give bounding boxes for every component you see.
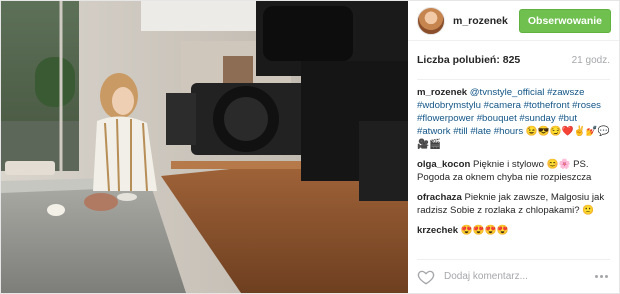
dot xyxy=(604,275,608,278)
comment-input[interactable] xyxy=(444,271,592,282)
post-time[interactable]: 21 godz. xyxy=(572,55,610,66)
comment-username[interactable]: olga_kocon xyxy=(417,159,470,170)
author-username[interactable]: m_rozenek xyxy=(453,15,519,27)
comments-list: m_rozenek @tvnstyle_official #zawsze #wd… xyxy=(408,80,619,259)
post-footer xyxy=(417,259,610,293)
list-item: ofrachaza Pieknie jak zawsze, Malgosiu j… xyxy=(417,191,610,217)
post-side-panel: m_rozenek Obserwowanie Liczba polubień: … xyxy=(408,1,619,293)
caption-mention[interactable]: @tvnstyle_official xyxy=(470,87,545,98)
instagram-post: m_rozenek Obserwowanie Liczba polubień: … xyxy=(0,0,620,294)
dot xyxy=(599,275,603,278)
list-item: krzechek 😍😍😍😍 xyxy=(417,224,610,237)
post-meta: Liczba polubień: 825 21 godz. xyxy=(417,41,610,80)
caption: m_rozenek @tvnstyle_official #zawsze #wd… xyxy=(417,86,610,151)
photo-illustration xyxy=(1,1,408,293)
likes-count[interactable]: Liczba polubień: 825 xyxy=(417,54,520,66)
comment-text: 😍😍😍😍 xyxy=(460,225,509,236)
follow-button[interactable]: Obserwowanie xyxy=(518,8,611,33)
heart-icon[interactable] xyxy=(417,268,435,286)
comment-username[interactable]: ofrachaza xyxy=(417,192,462,203)
caption-username[interactable]: m_rozenek xyxy=(417,87,467,98)
post-header: m_rozenek Obserwowanie xyxy=(408,1,619,41)
list-item: olga_kocon Pięknie i stylowo 😊🌸 PS. Pogo… xyxy=(417,158,610,184)
avatar[interactable] xyxy=(417,6,445,35)
dot xyxy=(594,275,598,278)
more-options-icon[interactable] xyxy=(592,270,610,284)
post-photo[interactable] xyxy=(1,1,408,293)
comment-username[interactable]: krzechek xyxy=(417,225,458,236)
